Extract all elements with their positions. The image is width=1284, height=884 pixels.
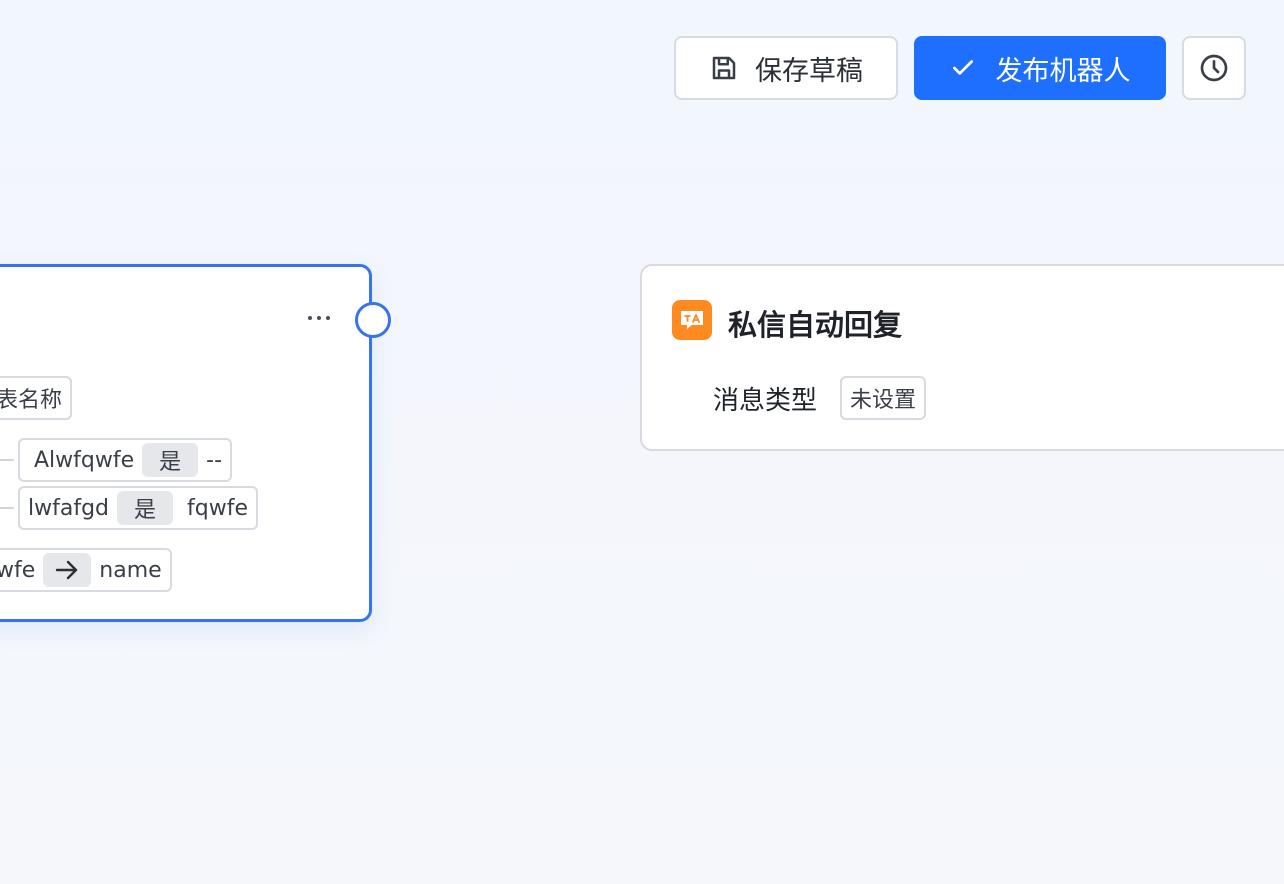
condition-row[interactable]: lwfafgd 是 fqwfe [18, 486, 258, 530]
clock-icon [1198, 52, 1230, 84]
more-options-icon[interactable] [308, 304, 330, 332]
publish-bot-label: 发布机器人 [995, 55, 1131, 87]
history-button[interactable] [1182, 36, 1246, 100]
condition-value: -- [206, 447, 223, 473]
condition-value: fqwfe [187, 495, 248, 521]
node-title: 私信自动回复 [728, 308, 903, 342]
save-draft-label: 保存草稿 [755, 55, 863, 87]
mapping-source: wfe [0, 557, 36, 583]
condition-row[interactable]: Alwfqwfe 是 -- [18, 438, 233, 482]
translate-message-icon [672, 300, 712, 340]
tree-connector-line [0, 507, 14, 509]
check-icon [950, 55, 976, 81]
arrow-right-icon [43, 553, 92, 587]
publish-bot-button[interactable]: 发布机器人 [914, 36, 1166, 100]
message-type-label: 消息类型 [713, 386, 818, 416]
table-name-chip[interactable]: 表名称 [0, 376, 73, 420]
save-icon [709, 53, 739, 83]
message-type-value[interactable]: 未设置 [840, 376, 927, 420]
tree-connector-line [0, 459, 14, 461]
toolbar: 保存草稿 发布机器人 [674, 36, 1246, 100]
field-mapping-chip[interactable]: wfe name [0, 548, 172, 592]
condition-operator: 是 [117, 491, 174, 525]
mapping-target: name [99, 557, 162, 583]
condition-operator: 是 [142, 443, 199, 477]
node-output-connector[interactable] [355, 302, 391, 338]
condition-field: lwfafgd [28, 495, 110, 521]
table-name-label: 表名称 [0, 388, 63, 413]
condition-field: Alwfqwfe [34, 447, 135, 473]
save-draft-button[interactable]: 保存草稿 [674, 36, 898, 100]
workflow-node-auto-reply[interactable] [640, 264, 1284, 451]
